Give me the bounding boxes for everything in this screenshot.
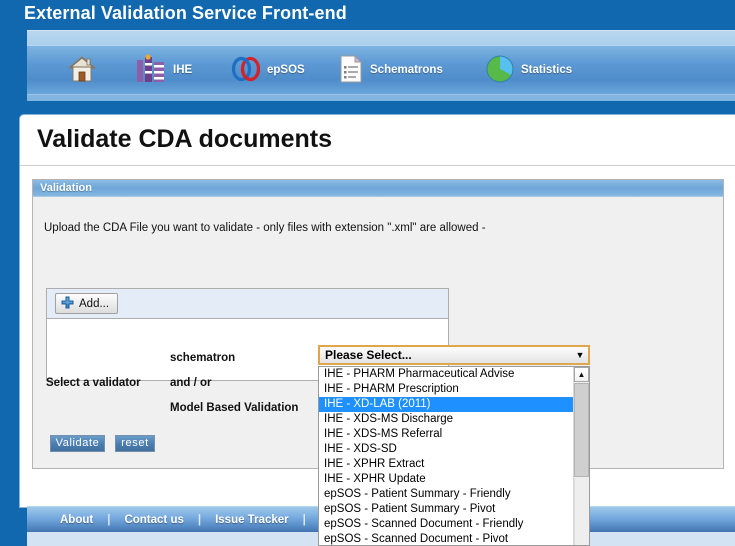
site-title: External Validation Service Front-end (24, 3, 347, 23)
nav-item-label: epSOS (267, 64, 305, 76)
scroll-up-arrow-icon[interactable]: ▲ (574, 367, 589, 382)
nav-item-epsos[interactable]: epSOS (231, 46, 305, 94)
chevron-down-icon: ▼ (575, 350, 585, 360)
reset-button[interactable]: reset (115, 435, 155, 452)
upload-hint-text: Upload the CDA File you want to validate… (44, 222, 486, 234)
label-select-validator: Select a validator (46, 377, 141, 389)
validator-dropdown-list[interactable]: IHE - PHARM Pharmaceutical Advise IHE - P… (318, 366, 590, 546)
title-divider (20, 165, 735, 166)
nav-item-label: Schematrons (370, 64, 443, 76)
validation-legend: Validation (33, 180, 723, 197)
main-navigation: IHE epSOS Schematrons Statistics (27, 45, 735, 95)
home-icon (67, 54, 97, 87)
site-header: External Validation Service Front-end IH… (0, 0, 735, 104)
dropdown-option[interactable]: epSOS - Patient Summary - Pivot (319, 502, 574, 517)
dropdown-scrollbar[interactable]: ▲ (573, 367, 589, 545)
document-list-icon (338, 54, 364, 87)
footer-link-about[interactable]: About (60, 514, 93, 526)
dropdown-option[interactable]: epSOS - Scanned Document - Friendly (319, 517, 574, 532)
nav-item-statistics[interactable]: Statistics (485, 46, 572, 94)
plus-icon (61, 296, 74, 312)
dropdown-option[interactable]: epSOS - Patient Summary - Friendly (319, 487, 574, 502)
footer-separator: | (197, 513, 202, 526)
dropdown-option[interactable]: epSOS - Scanned Document - Pivot (319, 532, 574, 545)
nav-item-home[interactable] (67, 46, 97, 94)
label-model-based-validation: Model Based Validation (170, 402, 299, 414)
add-file-button[interactable]: Add... (55, 293, 119, 314)
nav-item-schematrons[interactable]: Schematrons (338, 46, 443, 94)
file-upload-toolbar: Add... (47, 289, 448, 319)
nav-item-label: IHE (173, 64, 193, 76)
page-title: Validate CDA documents (37, 125, 332, 153)
dropdown-option[interactable]: IHE - PHARM Pharmaceutical Advise (319, 367, 574, 382)
epsos-logo-icon (231, 55, 261, 86)
footer-link-issue-tracker[interactable]: Issue Tracker (215, 514, 289, 526)
footer-separator: | (302, 513, 306, 526)
dropdown-option[interactable]: IHE - XDS-MS Referral (319, 427, 574, 442)
dropdown-option[interactable]: IHE - XD-LAB (2011) (319, 397, 574, 412)
scrollbar-track[interactable] (574, 478, 589, 545)
validate-button[interactable]: Validate (50, 435, 105, 452)
pie-chart-icon (485, 54, 515, 87)
scrollbar-thumb[interactable] (574, 383, 589, 477)
dropdown-option[interactable]: IHE - PHARM Prescription (319, 382, 574, 397)
dropdown-option[interactable]: IHE - XDS-MS Discharge (319, 412, 574, 427)
dropdown-option[interactable]: IHE - XDS-SD (319, 442, 574, 457)
footer-link-contact-us[interactable]: Contact us (124, 514, 183, 526)
validator-select[interactable]: Please Select... ▼ (318, 345, 590, 365)
footer-separator: | (107, 513, 111, 526)
nav-item-label: Statistics (521, 64, 573, 76)
validator-select-value: Please Select... (325, 348, 412, 362)
dropdown-option[interactable]: IHE - XPHR Extract (319, 457, 574, 472)
label-schematron: schematron (170, 352, 236, 364)
dropdown-option[interactable]: IHE - XPHR Update (319, 472, 574, 487)
nav-item-ihe[interactable]: IHE (135, 46, 192, 94)
ihe-logo-icon (135, 53, 167, 87)
validator-dropdown-options: IHE - PHARM Pharmaceutical Advise IHE - P… (319, 367, 574, 545)
add-file-button-label: Add... (79, 297, 110, 310)
label-and-or: and / or (170, 377, 212, 389)
